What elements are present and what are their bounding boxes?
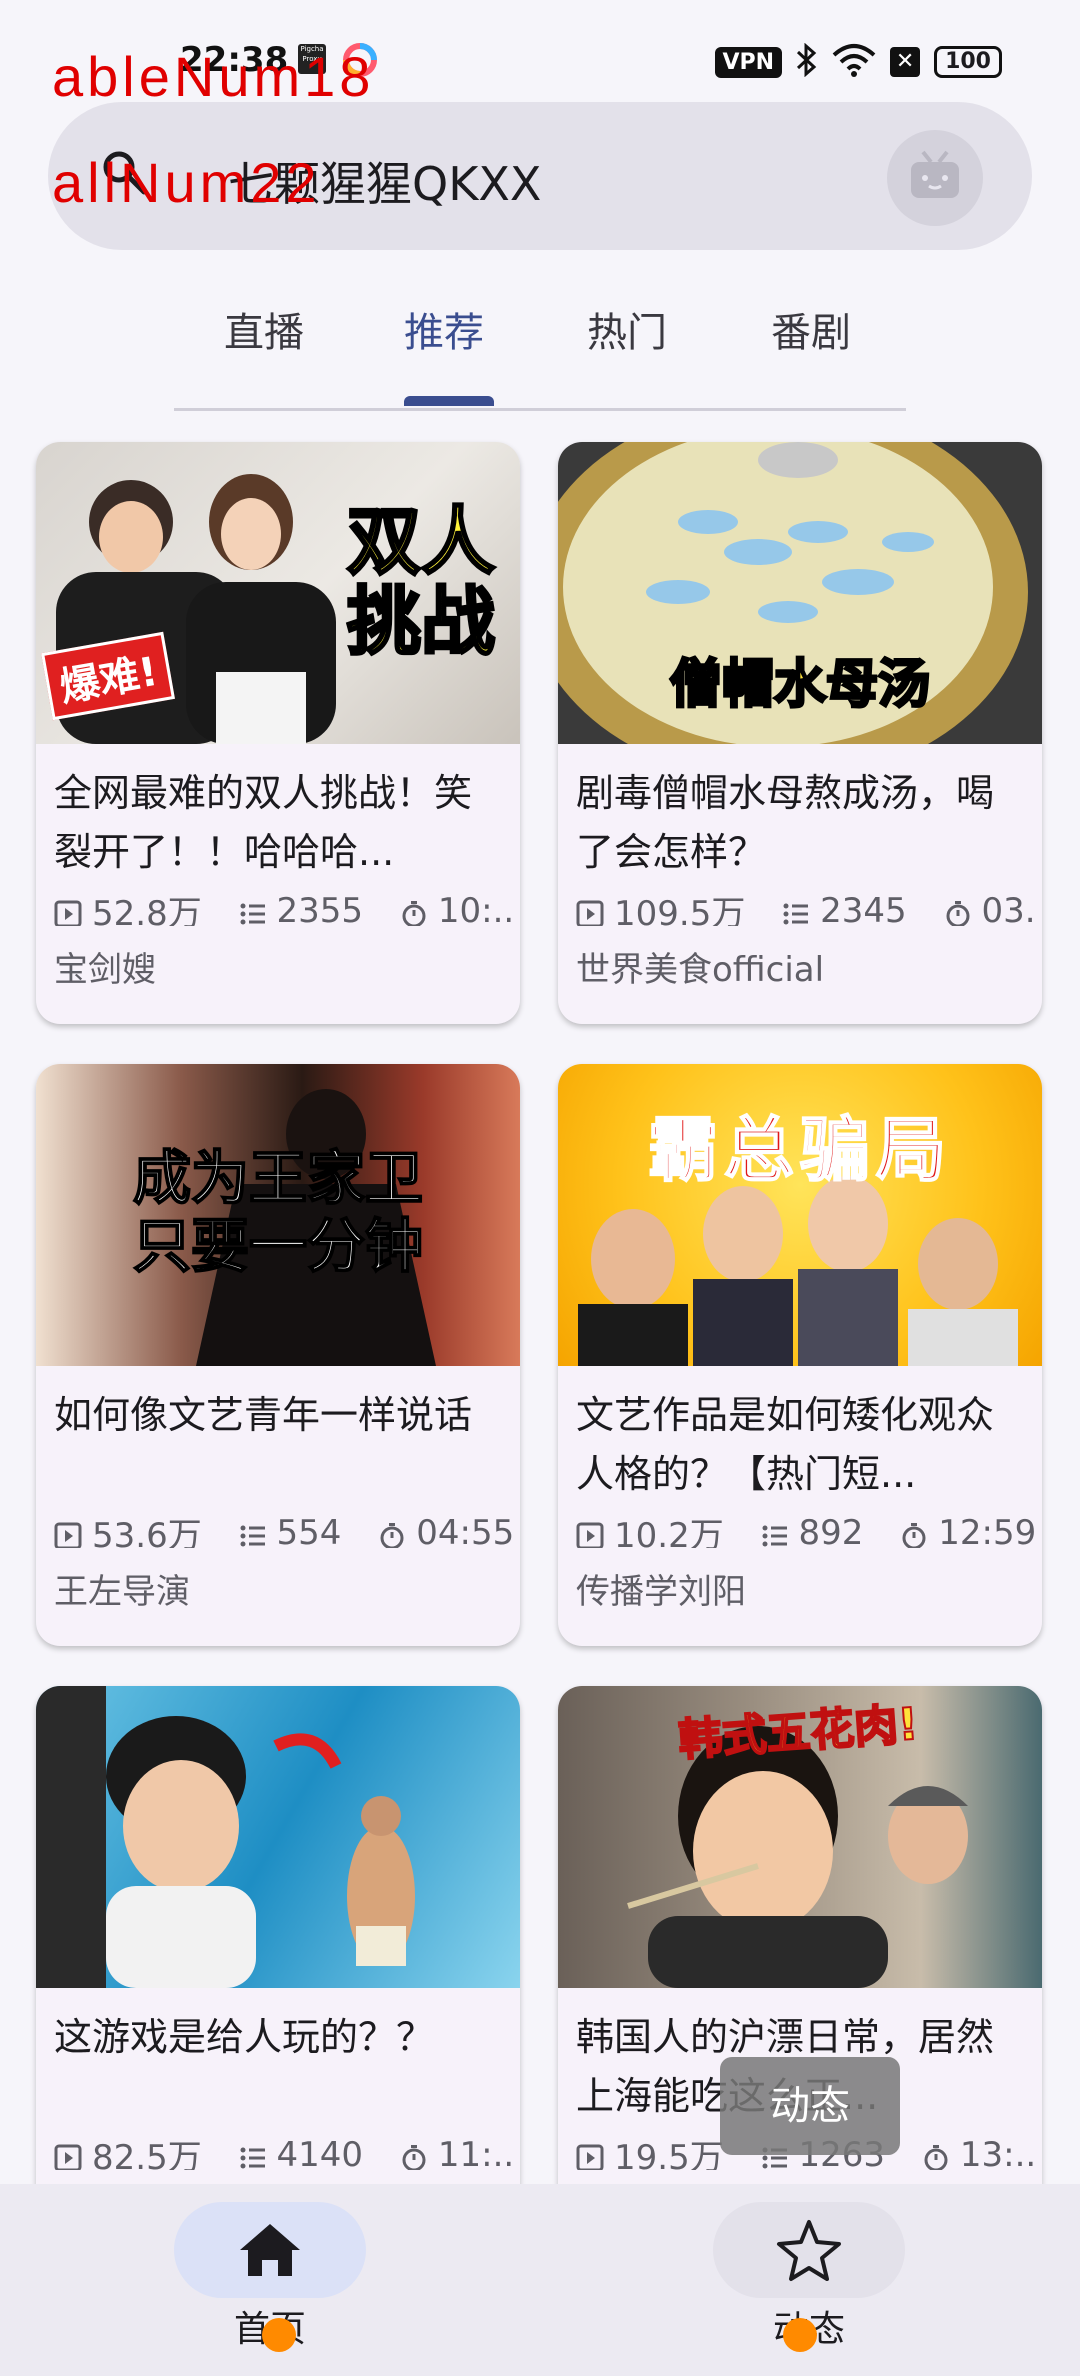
video-author[interactable]: 世界美食official	[576, 942, 824, 991]
touch-indicator-dot	[783, 2318, 817, 2352]
danmaku-count: 2345	[820, 890, 907, 927]
danmaku-icon	[782, 897, 810, 925]
danmaku-icon	[239, 2141, 267, 2169]
tab-live[interactable]: 直播	[224, 300, 304, 358]
touch-indicator-dot	[262, 2318, 296, 2352]
video-duration: 12:59	[938, 1512, 1036, 1549]
video-card[interactable]: 双人 挑战 爆难! 全网最难的双人挑战！笑裂开了！！哈哈哈... 52.8万 2…	[36, 442, 520, 1024]
view-count: 109.5万	[614, 894, 746, 926]
play-count-icon	[576, 2141, 604, 2170]
video-title[interactable]: 文艺作品是如何矮化观众人格的？【热门短...	[576, 1386, 1024, 1504]
video-author[interactable]: 传播学刘阳	[576, 1564, 746, 1613]
view-count: 10.2万	[614, 1516, 724, 1548]
timer-icon	[900, 1519, 928, 1548]
vpn-badge: VPN	[714, 46, 783, 78]
timer-icon	[400, 897, 428, 926]
timer-icon	[378, 1519, 406, 1548]
debug-label-2: allNum22	[52, 151, 321, 214]
video-stats: 53.6万 554 04:55	[54, 1508, 514, 1548]
avatar[interactable]	[887, 130, 983, 226]
play-count-icon	[54, 1519, 82, 1548]
video-duration: 04:55	[416, 1512, 514, 1549]
danmaku-count: 554	[276, 1512, 342, 1549]
video-thumbnail[interactable]: 霸总骗局	[558, 1064, 1042, 1366]
tab-bar: 直播 推荐 热门 番剧	[174, 300, 906, 411]
thumbnail-overlay-text: 僧帽水母汤	[668, 654, 931, 717]
video-author[interactable]: 王左导演	[54, 1564, 190, 1613]
video-thumbnail[interactable]	[36, 1686, 520, 1988]
toast-message: 动态	[720, 2057, 900, 2155]
play-count-icon	[576, 1519, 604, 1548]
video-title[interactable]: 剧毒僧帽水母熬成汤，喝了会怎样？	[576, 764, 1024, 882]
video-thumbnail[interactable]: 韩式五花肉!	[558, 1686, 1042, 1988]
video-stats: 82.5万 4140 11:...	[54, 2130, 514, 2170]
video-title[interactable]: 全网最难的双人挑战！笑裂开了！！哈哈哈...	[54, 764, 502, 882]
wifi-icon	[832, 43, 876, 81]
danmaku-icon	[239, 1519, 267, 1547]
thumbnail-overlay-text: 霸总骗局	[647, 1108, 952, 1192]
tab-recommend[interactable]: 推荐	[404, 300, 484, 358]
video-card[interactable]: 这游戏是给人玩的？？ 82.5万 4140 11:...	[36, 1686, 520, 2268]
danmaku-icon	[239, 897, 267, 925]
danmaku-count: 892	[798, 1512, 864, 1549]
video-duration: 03...	[981, 890, 1037, 927]
video-duration: 13:...	[959, 2134, 1036, 2171]
play-count-icon	[54, 2141, 82, 2170]
bluetooth-icon	[796, 42, 818, 81]
view-count: 82.5万	[92, 2138, 202, 2170]
video-duration: 11:...	[437, 2134, 514, 2171]
status-icons: VPN ✕ 100	[714, 42, 1002, 82]
thumbnail-overlay-text: 双人 挑战	[346, 499, 497, 665]
video-stats: 109.5万 2345 03...	[576, 886, 1036, 926]
tab-anime[interactable]: 番剧	[771, 300, 851, 358]
bottom-nav	[0, 2184, 1080, 2376]
video-thumbnail[interactable]: 成为王家卫 只要一分钟	[36, 1064, 520, 1366]
video-card[interactable]: 成为王家卫 只要一分钟 如何像文艺青年一样说话 53.6万 554 04:55 …	[36, 1064, 520, 1646]
video-thumbnail[interactable]: 僧帽水母汤	[558, 442, 1042, 744]
play-count-icon	[576, 897, 604, 926]
video-card[interactable]: 霸总骗局 文艺作品是如何矮化观众人格的？【热门短... 10.2万 892 12…	[558, 1064, 1042, 1646]
video-thumbnail[interactable]: 双人 挑战 爆难!	[36, 442, 520, 744]
view-count: 53.6万	[92, 1516, 202, 1548]
video-title[interactable]: 如何像文艺青年一样说话	[54, 1386, 502, 1445]
nav-dynamic-button[interactable]	[713, 2202, 905, 2298]
video-card[interactable]: 韩式五花肉! 韩国人的沪漂日常，居然上海能吃这么正... 19.5万 1263 …	[558, 1686, 1042, 2268]
home-icon	[240, 2224, 300, 2276]
timer-icon	[400, 2141, 428, 2170]
video-title[interactable]: 这游戏是给人玩的？？	[54, 2008, 502, 2067]
video-stats: 52.8万 2355 10:...	[54, 886, 514, 926]
danmaku-count: 2355	[276, 890, 364, 927]
play-count-icon	[54, 897, 82, 926]
danmaku-icon	[761, 1519, 789, 1547]
view-count: 19.5万	[614, 2138, 724, 2170]
star-icon	[777, 2220, 841, 2281]
battery-indicator: 100	[934, 46, 1002, 78]
video-card[interactable]: 僧帽水母汤 剧毒僧帽水母熬成汤，喝了会怎样？ 109.5万 2345 03...…	[558, 442, 1042, 1024]
timer-icon	[944, 897, 972, 926]
timer-icon	[922, 2141, 950, 2170]
sim-off-icon: ✕	[890, 47, 921, 77]
debug-label-1: ableNum18	[52, 45, 375, 108]
tab-hot[interactable]: 热门	[587, 300, 667, 358]
video-duration: 10:...	[437, 890, 514, 927]
thumbnail-overlay-text: 成为王家卫 只要一分钟	[132, 1143, 424, 1281]
nav-home-button[interactable]	[174, 2202, 366, 2298]
tab-indicator	[404, 396, 494, 406]
tv-icon	[911, 150, 959, 198]
danmaku-count: 4140	[276, 2134, 364, 2171]
video-stats: 10.2万 892 12:59	[576, 1508, 1036, 1548]
video-author[interactable]: 宝剑嫂	[54, 942, 156, 991]
view-count: 52.8万	[92, 894, 202, 926]
